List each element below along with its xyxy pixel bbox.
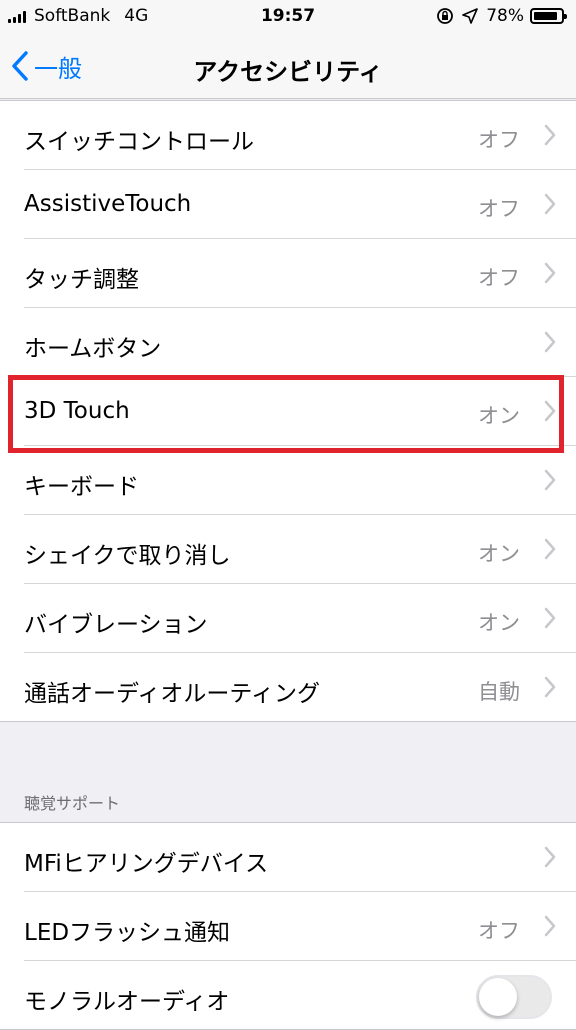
- row-label: モノラルオーディオ: [24, 989, 230, 1015]
- row-call-audio-routing[interactable]: 通話オーディオルーティング 自動: [24, 653, 576, 721]
- chevron-right-icon: [544, 538, 556, 560]
- row-mono-audio: モノラルオーディオ: [24, 961, 576, 1029]
- chevron-right-icon: [544, 846, 556, 868]
- chevron-right-icon: [544, 193, 556, 215]
- settings-group-hearing: MFiヒアリングデバイス LEDフラッシュ通知 オフ モノラルオーディオ: [0, 822, 576, 1030]
- row-value: オフ: [478, 128, 520, 152]
- row-label: バイブレーション: [24, 612, 208, 638]
- row-assistivetouch[interactable]: AssistiveTouch オフ: [24, 170, 576, 239]
- chevron-right-icon: [544, 469, 556, 491]
- row-label: MFiヒアリングデバイス: [24, 851, 269, 877]
- row-label: スイッチコントロール: [24, 129, 254, 155]
- row-3d-touch[interactable]: 3D Touch オン: [24, 377, 576, 446]
- navigation-bar: 一般 アクセシビリティ: [0, 34, 576, 99]
- row-value: オン: [478, 611, 520, 635]
- row-keyboard[interactable]: キーボード: [24, 446, 576, 515]
- row-value: オフ: [478, 197, 520, 221]
- row-mfi-hearing-devices[interactable]: MFiヒアリングデバイス: [24, 823, 576, 892]
- row-shake-to-undo[interactable]: シェイクで取り消し オン: [24, 515, 576, 584]
- row-value: オフ: [478, 266, 520, 290]
- row-label: タッチ調整: [24, 267, 139, 293]
- orientation-lock-icon: [437, 8, 454, 24]
- row-label: 3D Touch: [24, 398, 130, 424]
- status-bar: SoftBank 4G 19:57 78%: [0, 0, 576, 34]
- row-label: キーボード: [24, 474, 139, 500]
- chevron-right-icon: [544, 262, 556, 284]
- mono-audio-toggle[interactable]: [476, 975, 552, 1019]
- row-home-button[interactable]: ホームボタン: [24, 308, 576, 377]
- row-value: オン: [478, 542, 520, 566]
- row-led-flash-alerts[interactable]: LEDフラッシュ通知 オフ: [24, 892, 576, 961]
- row-value: オン: [478, 404, 520, 428]
- page-title: アクセシビリティ: [193, 58, 383, 86]
- battery-percent: 78%: [486, 6, 524, 26]
- row-label: ホームボタン: [24, 336, 162, 362]
- status-right: 78%: [436, 6, 567, 26]
- section-header-hearing: 聴覚サポート: [24, 794, 121, 813]
- row-label: LEDフラッシュ通知: [24, 920, 231, 946]
- row-switch-control[interactable]: スイッチコントロール オフ: [24, 101, 576, 170]
- chevron-right-icon: [544, 915, 556, 937]
- chevron-right-icon: [544, 124, 556, 146]
- location-arrow-icon: [462, 8, 479, 24]
- row-value: 自動: [478, 680, 520, 704]
- settings-group-interaction: スイッチコントロール オフ AssistiveTouch オフ タッチ調整 オフ…: [0, 100, 576, 722]
- battery-icon: [530, 8, 567, 24]
- row-label: AssistiveTouch: [24, 191, 192, 217]
- row-vibration[interactable]: バイブレーション オン: [24, 584, 576, 653]
- row-touch-accommodations[interactable]: タッチ調整 オフ: [24, 239, 576, 308]
- chevron-right-icon: [544, 676, 556, 698]
- row-label: 通話オーディオルーティング: [24, 681, 321, 707]
- row-label: シェイクで取り消し: [24, 543, 231, 569]
- toggle-knob: [479, 978, 517, 1016]
- chevron-right-icon: [544, 607, 556, 629]
- chevron-right-icon: [544, 400, 556, 422]
- row-value: オフ: [478, 919, 520, 943]
- chevron-right-icon: [544, 331, 556, 353]
